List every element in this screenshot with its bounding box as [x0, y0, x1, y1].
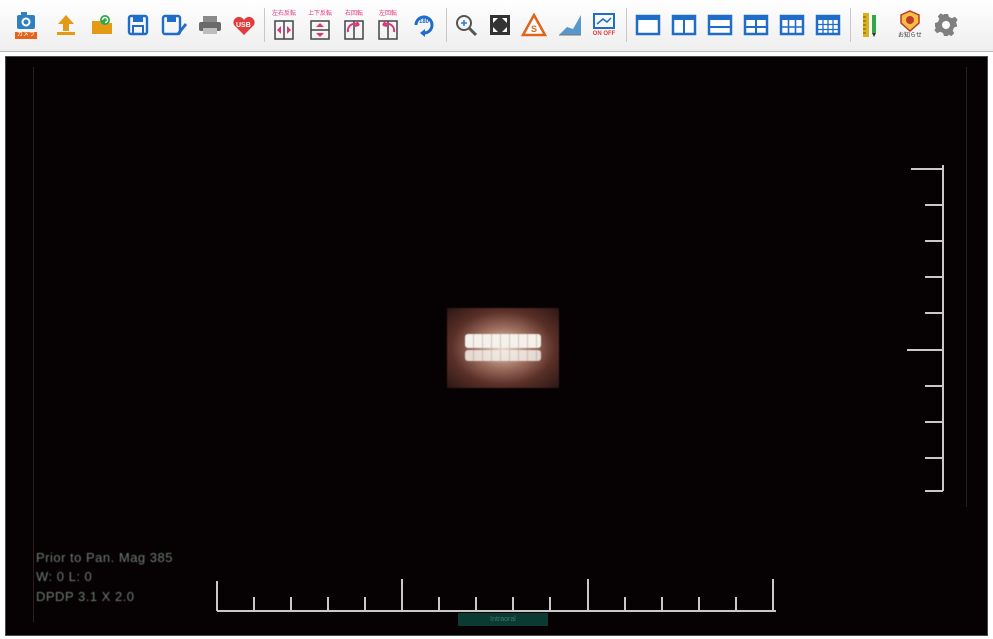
overlay-monitor-icon: [593, 13, 615, 29]
horizontal-scale-ruler: [216, 579, 776, 612]
layout-grid-6-icon: [779, 14, 805, 36]
camera-caption: カメラ: [14, 32, 37, 39]
flip-vertical-icon: [310, 20, 330, 40]
toolbar-separator: [850, 8, 851, 42]
layout-two-column-icon: [671, 14, 697, 36]
usb-button[interactable]: USB: [230, 7, 258, 43]
sharpen-button[interactable]: S: [520, 7, 548, 43]
toolbar-separator: [264, 8, 265, 42]
folder-recycle-icon: [92, 15, 112, 34]
vertical-scale-ruler: [907, 165, 944, 492]
histogram-icon: [559, 15, 581, 36]
info-button[interactable]: お知らせ: [896, 7, 924, 43]
settings-button[interactable]: [932, 7, 960, 43]
svg-text:USB: USB: [236, 22, 251, 29]
contrast-button[interactable]: [556, 7, 584, 43]
rotate-right-button[interactable]: 右回転: [340, 7, 368, 43]
rotate-left-button[interactable]: 左回転: [374, 7, 402, 43]
scale-label: Intraoral: [458, 613, 548, 626]
layout-3-button[interactable]: [706, 7, 734, 43]
notice-badge-icon: [900, 10, 920, 32]
upload-arrow-icon: [57, 15, 75, 35]
layout-4-button[interactable]: [742, 7, 770, 43]
floppy-disk-icon: [127, 14, 149, 36]
overlay-info-line-1: Prior to Pan. Mag 385: [36, 550, 173, 565]
image-viewer[interactable]: Intraoral Prior to Pan. Mag 385 W: 0 L: …: [5, 56, 988, 636]
lower-teeth: [465, 350, 541, 361]
sharpen-triangle-icon: S: [521, 13, 547, 37]
layout-9-button[interactable]: [814, 7, 842, 43]
frame-guide: [966, 67, 967, 507]
sharpen-label: S: [531, 24, 537, 34]
flip-horizontal-caption: 左右反転: [271, 11, 296, 17]
floppy-pen-icon: [161, 14, 187, 36]
usb-heart-icon: USB: [233, 16, 255, 35]
overlay-toggle-caption: ON OFF: [592, 31, 616, 37]
toolbar: カメラ USB 左右反転 上下反転 右回転 左回転 180° S ON OFF …: [0, 0, 993, 52]
frame-guide: [33, 67, 34, 622]
print-button[interactable]: [196, 7, 224, 43]
ruler-button[interactable]: [856, 7, 884, 43]
overlay-toggle-button[interactable]: ON OFF: [590, 7, 618, 43]
flip-vertical-button[interactable]: 上下反転: [306, 7, 334, 43]
camera-button[interactable]: カメラ: [12, 7, 40, 43]
layout-6-button[interactable]: [778, 7, 806, 43]
layout-grid-9-icon: [815, 14, 841, 36]
rotate-right-icon: [344, 20, 364, 40]
flip-horizontal-button[interactable]: 左右反転: [270, 7, 298, 43]
save-as-button[interactable]: [160, 7, 188, 43]
overlay-info-line-2: W: 0 L: 0: [36, 569, 93, 584]
capture-import-button[interactable]: [88, 7, 116, 43]
fit-window-icon: [490, 15, 510, 35]
layout-two-row-icon: [707, 14, 733, 36]
save-button[interactable]: [124, 7, 152, 43]
layout-single-icon: [635, 14, 661, 36]
fit-button[interactable]: [486, 7, 514, 43]
upper-teeth: [465, 334, 541, 348]
toolbar-separator: [446, 8, 447, 42]
rotate-180-button[interactable]: 180°: [410, 7, 438, 43]
import-button[interactable]: [52, 7, 80, 43]
layout-1-button[interactable]: [634, 7, 662, 43]
overlay-info-line-3: DPDP 3.1 X 2.0: [36, 589, 135, 604]
rotate-180-label: 180°: [419, 19, 432, 25]
zoom-button[interactable]: [452, 7, 480, 43]
printer-icon: [199, 16, 221, 34]
intraoral-photo[interactable]: [447, 308, 559, 388]
camera-icon: [17, 12, 35, 29]
ruler-pencil-icon: [863, 13, 876, 37]
gear-icon: [934, 13, 958, 37]
rotate-left-caption: 左回転: [378, 11, 397, 17]
layout-2-button[interactable]: [670, 7, 698, 43]
magnifier-icon: [456, 15, 478, 37]
toolbar-separator: [626, 8, 627, 42]
rotate-left-icon: [378, 20, 398, 40]
rotate-180-icon: 180°: [414, 15, 434, 37]
flip-vertical-caption: 上下反転: [307, 11, 332, 17]
layout-grid-4-icon: [743, 14, 769, 36]
rotate-right-caption: 右回転: [344, 11, 363, 17]
info-caption: お知らせ: [898, 33, 922, 39]
flip-horizontal-icon: [274, 20, 294, 40]
